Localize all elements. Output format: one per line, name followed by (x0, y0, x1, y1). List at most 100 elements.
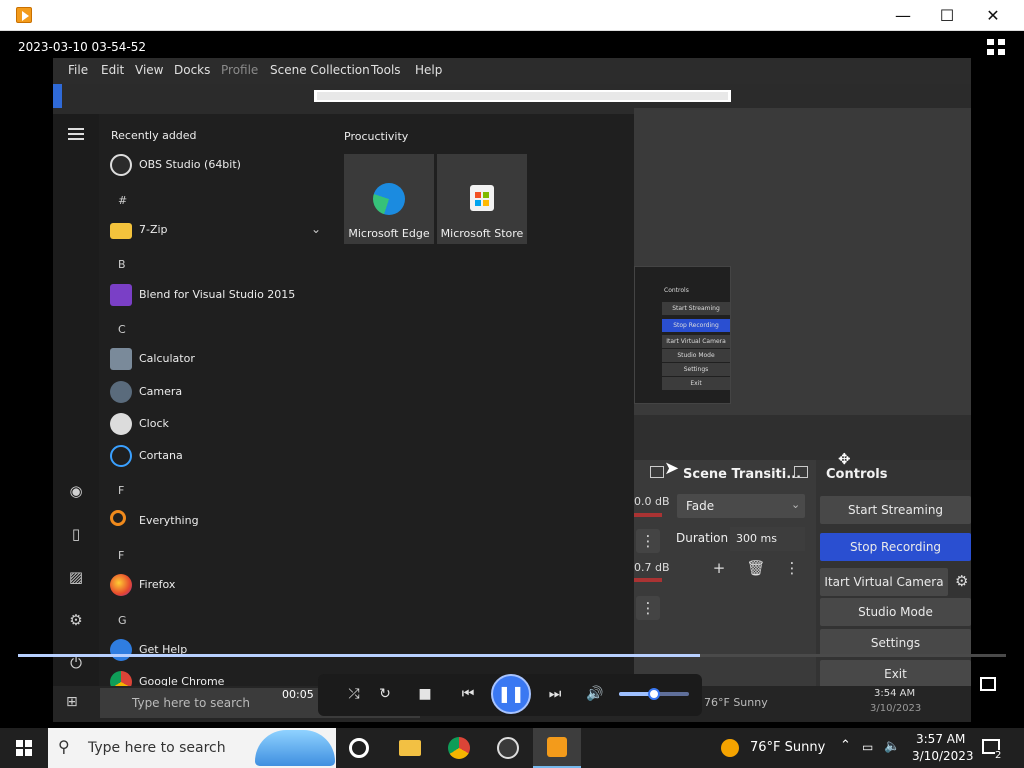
previous-icon[interactable]: ⏮ (453, 681, 483, 707)
exit-button[interactable]: Exit (820, 660, 971, 688)
audio-meter (634, 578, 662, 582)
more-options-icon[interactable]: ⋮ (780, 556, 804, 580)
menu-view[interactable]: View (135, 63, 163, 77)
letter-header[interactable]: G (118, 614, 127, 627)
nested-window-preview (314, 90, 731, 102)
volume-icon[interactable]: 🔊 (582, 681, 608, 707)
media-player-taskbar-button[interactable] (533, 728, 581, 768)
hamburger-menu-icon[interactable] (68, 128, 84, 140)
menu-file[interactable]: File (68, 63, 88, 77)
mini-virtual-camera: Itart Virtual Camera (662, 335, 730, 348)
obs-taskbar-icon[interactable] (497, 737, 519, 759)
fullscreen-icon[interactable] (987, 39, 1005, 55)
virtual-camera-button[interactable]: Itart Virtual Camera (820, 568, 948, 596)
preview-edge (53, 84, 62, 108)
letter-header[interactable]: C (118, 323, 126, 336)
gear-icon[interactable]: ⚙ (955, 572, 968, 590)
tile-microsoft-store[interactable]: Microsoft Store (437, 154, 527, 244)
chevron-up-icon[interactable]: ⌃ (840, 738, 851, 753)
chevron-down-icon: ⌄ (791, 498, 801, 511)
network-icon[interactable]: ▭ (862, 740, 873, 754)
window-title-bar: — ☐ ✕ (0, 0, 1024, 31)
captured-search-text: Type here to search (132, 696, 250, 710)
letter-header[interactable]: F (118, 549, 124, 562)
transition-select[interactable]: Fade ⌄ (677, 494, 805, 518)
duration-stepper[interactable]: 300 ms (730, 527, 805, 551)
mini-player-icon[interactable] (980, 677, 996, 691)
start-button[interactable] (16, 740, 32, 756)
undock-icon[interactable] (794, 466, 808, 478)
tile-microsoft-edge[interactable]: Microsoft Edge (344, 154, 434, 244)
chevron-down-icon[interactable]: ⌄ (311, 222, 321, 236)
file-explorer-icon[interactable] (399, 740, 421, 756)
duration-value: 300 ms (736, 532, 777, 545)
start-streaming-button[interactable]: Start Streaming (820, 496, 971, 524)
maximize-button[interactable]: ☐ (924, 0, 970, 31)
documents-icon[interactable]: ▯ (66, 524, 86, 544)
more-options-icon[interactable]: ⋮ (636, 529, 660, 553)
settings-gear-icon[interactable]: ⚙ (66, 610, 86, 630)
mini-stop-recording: Stop Recording (662, 319, 730, 332)
pictures-icon[interactable]: ▨ (66, 567, 86, 587)
more-options-icon[interactable]: ⋮ (636, 596, 660, 620)
stop-icon[interactable]: ■ (412, 681, 438, 707)
close-button[interactable]: ✕ (970, 0, 1016, 31)
obs-preview-bottom (634, 415, 971, 460)
mini-start-streaming: Start Streaming (662, 302, 730, 315)
mouse-cursor-icon: ➤ (664, 458, 680, 479)
minimize-button[interactable]: — (880, 0, 926, 31)
clock-date[interactable]: 3/10/2023 (912, 749, 974, 763)
pause-button[interactable]: ❚❚ (491, 674, 531, 714)
audio-level-2: 0.7 dB (634, 561, 670, 574)
letter-header[interactable]: B (118, 258, 126, 271)
volume-handle[interactable] (648, 688, 660, 700)
media-player-app-icon (16, 7, 32, 23)
recording-timestamp: 2023-03-10 03-54-52 (18, 40, 147, 54)
recently-added-heading: Recently added (111, 129, 197, 142)
mini-studio-mode: Studio Mode (662, 349, 730, 362)
captured-date: 3/10/2023 (870, 703, 922, 714)
seek-progress (18, 654, 700, 657)
notification-count: 2 (995, 750, 1002, 761)
menu-edit[interactable]: Edit (101, 63, 124, 77)
menu-help[interactable]: Help (415, 63, 442, 77)
elapsed-time: 00:05 (282, 688, 314, 701)
blend-icon (110, 284, 132, 306)
productivity-heading: Procuctivity (344, 130, 409, 143)
chrome-taskbar-icon[interactable] (448, 737, 470, 759)
menu-tools[interactable]: Tools (371, 63, 401, 77)
cortana-circle-icon[interactable] (349, 738, 369, 758)
resize-cursor-icon: ✥ (838, 450, 851, 468)
edge-icon (373, 183, 405, 215)
repeat-icon[interactable]: ↻ (372, 681, 398, 707)
scene-transitions-title: Scene Transiti... (683, 467, 802, 482)
volume-tray-icon[interactable]: 🔈 (884, 739, 900, 754)
clock-time[interactable]: 3:57 AM (916, 732, 965, 746)
weather-text[interactable]: 76°F Sunny (750, 740, 825, 755)
menu-scene-collection[interactable]: Scene Collection (270, 63, 370, 77)
shuffle-icon[interactable]: ⤮ (341, 681, 367, 707)
add-transition-button[interactable]: + (707, 556, 731, 580)
folder-icon (110, 223, 132, 239)
duration-label: Duration (676, 531, 729, 545)
letter-header[interactable]: F (118, 484, 124, 497)
user-icon[interactable]: ◉ (66, 481, 86, 501)
camera-icon (110, 381, 132, 403)
store-icon (470, 185, 494, 211)
letter-header[interactable]: # (118, 194, 127, 207)
delete-icon[interactable]: 🗑 (744, 556, 768, 580)
studio-mode-button[interactable]: Studio Mode (820, 598, 971, 626)
audio-level-1: 0.0 dB (634, 495, 670, 508)
menu-profile[interactable]: Profile (221, 63, 258, 77)
sun-weather-icon (721, 739, 739, 757)
clock-icon (110, 413, 132, 435)
audio-meter (634, 513, 662, 517)
stop-recording-button[interactable]: Stop Recording (820, 533, 971, 561)
settings-button[interactable]: Settings (820, 629, 971, 657)
search-placeholder: Type here to search (88, 740, 226, 756)
obs-icon (110, 154, 132, 176)
mini-exit: Exit (662, 377, 730, 390)
undock-icon[interactable] (650, 466, 664, 478)
next-icon[interactable]: ⏭ (540, 681, 570, 707)
menu-docks[interactable]: Docks (174, 63, 210, 77)
